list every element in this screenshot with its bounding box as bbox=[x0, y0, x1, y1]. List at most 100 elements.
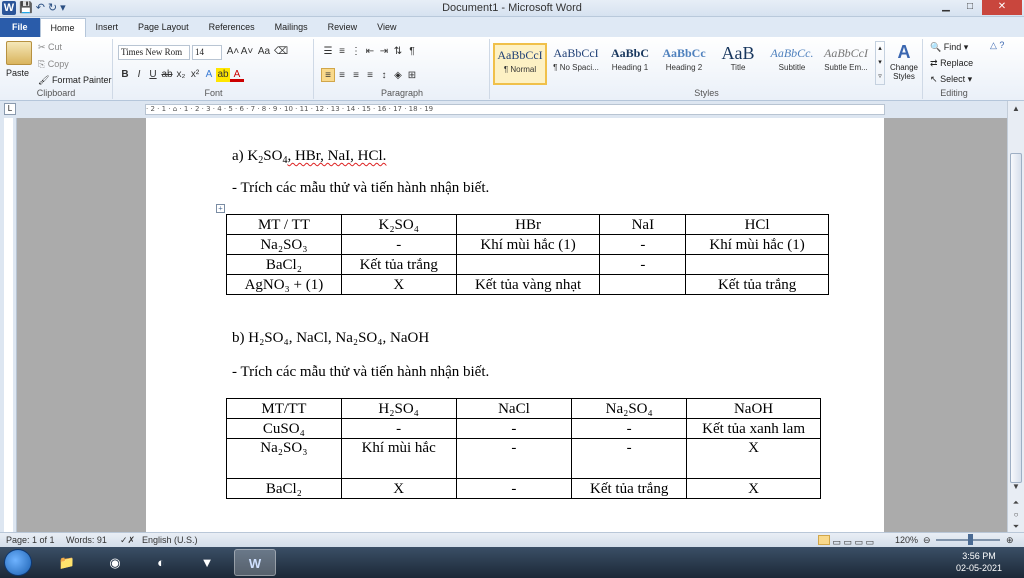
style-title[interactable]: AaB Title bbox=[711, 43, 765, 85]
table-cell[interactable]: X bbox=[340, 274, 457, 295]
superscript-icon[interactable]: x² bbox=[188, 68, 202, 82]
change-case-icon[interactable]: Aa bbox=[254, 45, 274, 59]
table-cell[interactable] bbox=[685, 254, 829, 275]
page-count[interactable]: Page: 1 of 1 bbox=[6, 535, 55, 545]
table-cell[interactable]: Khí mùi hắc (1) bbox=[455, 234, 601, 255]
table-cell[interactable]: - bbox=[571, 418, 688, 439]
subscript-icon[interactable]: x₂ bbox=[174, 68, 188, 82]
tab-review[interactable]: Review bbox=[318, 18, 368, 37]
replace-button[interactable]: ⇄ Replace bbox=[930, 58, 973, 69]
tab-page-layout[interactable]: Page Layout bbox=[128, 18, 199, 37]
copy-button[interactable]: ⎘ Copy bbox=[38, 59, 69, 70]
scroll-down-icon[interactable]: ▼ bbox=[1010, 481, 1022, 493]
chrome-icon[interactable]: ◉ bbox=[94, 549, 136, 576]
table-cell[interactable]: CuSO₄ bbox=[226, 418, 342, 439]
table-cell[interactable]: MT/TT bbox=[226, 398, 342, 419]
table-cell[interactable]: AgNO₃ + (1) bbox=[226, 274, 342, 295]
italic-icon[interactable]: I bbox=[132, 68, 146, 82]
print-layout-view-icon[interactable] bbox=[818, 535, 830, 545]
table-cell[interactable]: BaCl₂ bbox=[226, 478, 342, 499]
table-cell[interactable]: X bbox=[686, 438, 821, 479]
line-spacing-icon[interactable]: ↕ bbox=[377, 69, 391, 83]
table-cell[interactable]: - bbox=[599, 254, 687, 275]
bullets-icon[interactable]: ☰ bbox=[321, 45, 335, 59]
table-cell[interactable]: Kết tủa trắng bbox=[571, 478, 688, 499]
zoom-slider-thumb[interactable] bbox=[968, 534, 973, 545]
word-count[interactable]: Words: 91 bbox=[66, 535, 107, 545]
word-taskbar-icon[interactable]: W bbox=[234, 549, 276, 576]
strikethrough-icon[interactable]: ab bbox=[160, 68, 174, 82]
style-heading-2[interactable]: AaBbCc Heading 2 bbox=[657, 43, 711, 85]
table-a[interactable]: MT / TT K₂SO₄ HBr NaI HCl Na₂SO₃ - Khí mùi hắc … bbox=[226, 214, 829, 295]
tab-insert[interactable]: Insert bbox=[86, 18, 129, 37]
table-cell[interactable]: NaOH bbox=[686, 398, 821, 419]
table-cell[interactable]: Kết tủa trắng bbox=[685, 274, 829, 295]
vertical-ruler-track[interactable] bbox=[4, 118, 13, 532]
format-painter-button[interactable]: 🖌 Format Painter bbox=[38, 75, 111, 86]
scroll-up-icon[interactable]: ▲ bbox=[1010, 103, 1022, 115]
table-cell[interactable]: - bbox=[340, 418, 457, 439]
horizontal-ruler[interactable]: · 2 · 1 · ⌂ · 1 · 2 · 3 · 4 · 5 · 6 · 7 … bbox=[145, 104, 885, 115]
zoom-out-icon[interactable]: ⊖ bbox=[923, 535, 931, 546]
table-cell[interactable]: - bbox=[455, 478, 573, 499]
underline-icon[interactable]: U bbox=[146, 68, 160, 82]
table-cell[interactable]: Na₂SO₃ bbox=[226, 234, 342, 255]
draft-view-icon[interactable]: ▭ bbox=[866, 537, 875, 547]
tab-mailings[interactable]: Mailings bbox=[265, 18, 318, 37]
table-cell[interactable]: K₂SO₄ bbox=[340, 214, 457, 235]
table-cell[interactable]: Na₂SO₄ bbox=[571, 398, 688, 419]
browse-object-icon[interactable]: ○ bbox=[1010, 509, 1022, 521]
text-effects-icon[interactable]: A bbox=[202, 68, 216, 82]
font-color-icon[interactable]: A bbox=[230, 68, 244, 82]
table-cell[interactable]: HBr bbox=[455, 214, 601, 235]
multilevel-list-icon[interactable]: ⋮ bbox=[349, 45, 363, 59]
maximize-button[interactable]: □ bbox=[958, 0, 982, 15]
tab-home[interactable]: Home bbox=[39, 18, 86, 37]
document-page[interactable]: a) K2SO4, HBr, NaI, HCl. - Trích các mẫu… bbox=[146, 118, 884, 532]
minimize-button[interactable]: ▁ bbox=[934, 0, 958, 15]
table-b[interactable]: MT/TT H₂SO₄ NaCl Na₂SO₄ NaOH CuSO₄ - - - Kết tủa … bbox=[226, 398, 821, 499]
scroll-thumb[interactable] bbox=[1010, 153, 1022, 483]
table-cell[interactable]: - bbox=[571, 438, 688, 479]
outline-view-icon[interactable]: ▭ bbox=[855, 537, 864, 547]
zoom-in-icon[interactable]: ⊕ bbox=[1006, 535, 1014, 546]
table-cell[interactable]: Khí mùi hắc bbox=[340, 438, 457, 479]
sort-icon[interactable]: ⇅ bbox=[391, 45, 405, 59]
prev-page-icon[interactable]: ⏶ bbox=[1010, 497, 1022, 509]
style-heading-1[interactable]: AaBbC Heading 1 bbox=[603, 43, 657, 85]
select-button[interactable]: ↖ Select ▾ bbox=[930, 74, 972, 85]
language-indicator[interactable]: English (U.S.) bbox=[142, 535, 198, 545]
clear-format-icon[interactable]: ⌫ bbox=[274, 45, 288, 59]
table-cell[interactable]: BaCl₂ bbox=[226, 254, 342, 275]
table-cell[interactable]: H₂SO₄ bbox=[340, 398, 457, 419]
file-explorer-icon[interactable]: 📁 bbox=[46, 549, 88, 576]
table-cell[interactable]: - bbox=[340, 234, 457, 255]
table-cell[interactable]: Kết tủa vàng nhạt bbox=[455, 274, 601, 295]
shrink-font-icon[interactable]: A˅ bbox=[240, 45, 254, 59]
web-layout-view-icon[interactable]: ▭ bbox=[844, 537, 853, 547]
start-button[interactable] bbox=[4, 549, 32, 576]
vertical-scrollbar[interactable]: ▲ ▼ ⏶ ○ ⏷ bbox=[1007, 101, 1024, 532]
styles-scroll-icon[interactable]: ▴ ▾ ▿ bbox=[875, 41, 885, 85]
show-marks-icon[interactable]: ¶ bbox=[405, 45, 419, 59]
justify-icon[interactable]: ≡ bbox=[363, 69, 377, 83]
table-cell[interactable]: Kết tủa trắng bbox=[340, 254, 457, 275]
style-subtle-emphasis[interactable]: AaBbCcI Subtle Em... bbox=[819, 43, 873, 85]
table-cell[interactable]: Kết tủa xanh lam bbox=[686, 418, 821, 439]
tab-references[interactable]: References bbox=[199, 18, 265, 37]
change-styles-button[interactable]: A Change Styles bbox=[887, 41, 921, 81]
font-size-select[interactable]: 14 bbox=[192, 45, 222, 60]
table-cell[interactable]: NaCl bbox=[455, 398, 573, 419]
table-cell[interactable] bbox=[599, 274, 687, 295]
table-cell[interactable]: HCl bbox=[685, 214, 829, 235]
paste-button[interactable]: Paste bbox=[6, 68, 29, 78]
table-cell[interactable]: - bbox=[455, 418, 573, 439]
decrease-indent-icon[interactable]: ⇤ bbox=[363, 45, 377, 59]
style-normal[interactable]: AaBbCcI ¶ Normal bbox=[493, 43, 547, 85]
increase-indent-icon[interactable]: ⇥ bbox=[377, 45, 391, 59]
close-button[interactable]: ✕ bbox=[982, 0, 1022, 15]
tab-file[interactable]: File bbox=[0, 18, 40, 37]
proofing-icon[interactable]: ✓✗ bbox=[120, 535, 135, 546]
tab-selector-icon[interactable]: L bbox=[4, 103, 16, 115]
full-screen-view-icon[interactable]: ▭ bbox=[833, 537, 842, 547]
